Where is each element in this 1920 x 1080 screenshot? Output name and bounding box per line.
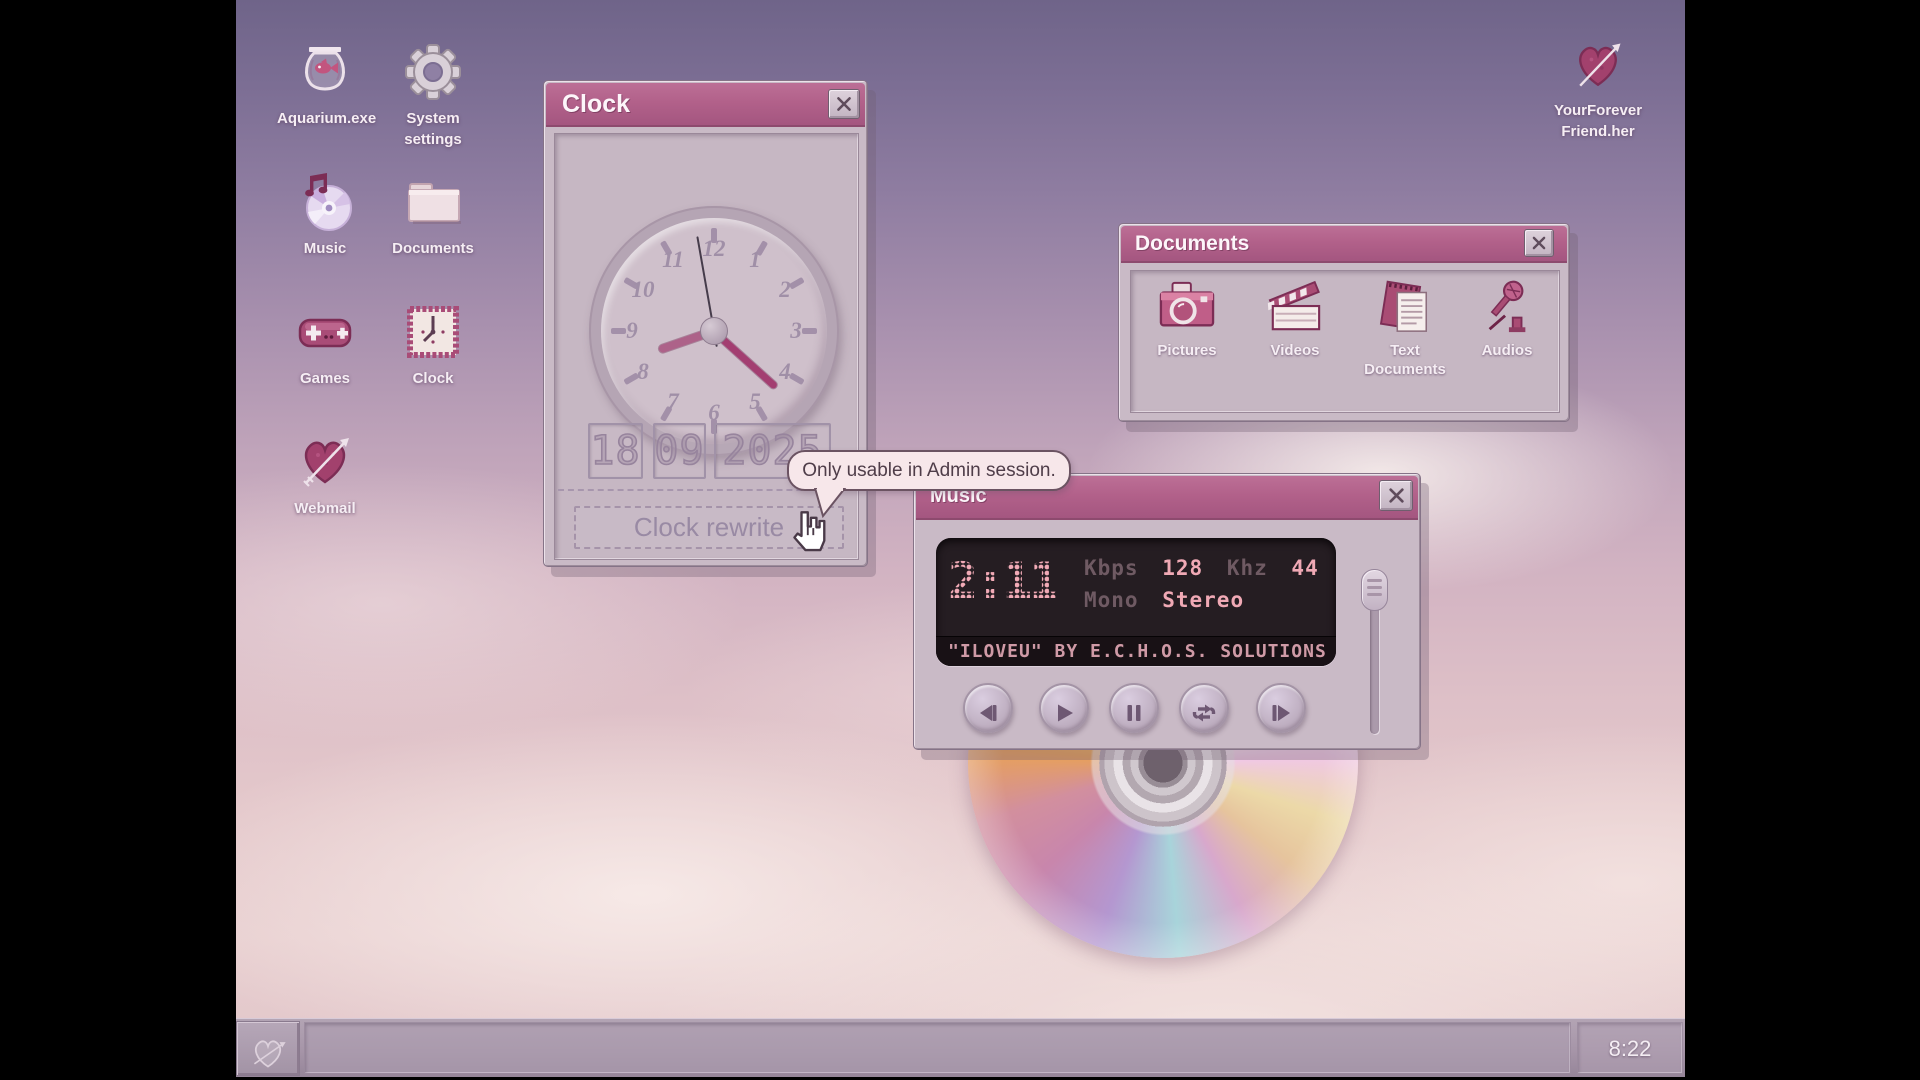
notepad-icon [1374,279,1436,335]
heart-arrow-icon [1568,36,1628,96]
desktop-icon-label: Webmail [277,498,373,519]
date-day-field[interactable]: 18 [588,423,643,479]
dial-number: 1 [749,247,761,273]
documents-item-audios[interactable]: Audios [1455,279,1559,360]
heart-arrow-icon [293,430,357,494]
desktop-icon-your-forever[interactable]: YourForever Friend.her [1543,36,1653,142]
date-month-field[interactable]: 09 [653,423,706,479]
fishbowl-icon [293,40,357,104]
close-icon [1384,483,1409,508]
clock-window-close-button[interactable] [828,89,860,119]
desktop-icon-music[interactable]: Music [277,170,373,259]
taskbar-clock[interactable]: 8:22 [1577,1022,1683,1074]
documents-item-videos[interactable]: Videos [1243,279,1347,360]
dial-number: 12 [703,236,726,262]
play-button[interactable] [1039,683,1089,733]
lcd-display: 2:11 Kbps 128 Khz 44 Mono Stereo "ILOVEU… [936,538,1336,666]
microphone-icon [1476,279,1538,335]
dial-number: 8 [637,359,649,385]
desktop-screen: Aquarium.exe System settings [236,0,1685,1077]
taskbar: 8:22 [236,1018,1685,1077]
desktop-icon-documents[interactable]: Documents [385,170,481,259]
documents-item-text-documents[interactable]: Text Documents [1353,279,1457,379]
documents-item-label: Videos [1243,341,1347,360]
music-window-close-button[interactable] [1379,480,1413,511]
pause-icon [1121,700,1147,726]
lcd-channel-line: Mono Stereo [1084,588,1254,612]
lcd-khz-label: Khz [1227,556,1268,580]
next-icon [1268,700,1294,726]
lcd-mono-label: Mono [1084,588,1139,612]
lcd-track-marquee: "ILOVEU" BY E.C.H.O.S. SOLUTIONS [936,636,1336,666]
pause-button[interactable] [1109,683,1159,733]
close-icon [832,92,856,116]
desktop-icon-label: Games [277,368,373,389]
desktop-icon-label: System settings [385,108,481,150]
next-button[interactable] [1256,683,1306,733]
repeat-button[interactable] [1179,683,1229,733]
documents-item-label: Text Documents [1353,341,1457,379]
desktop-icon-aquarium[interactable]: Aquarium.exe [277,40,373,129]
volume-slider-thumb[interactable] [1361,569,1388,611]
dial-number: 10 [632,277,655,303]
close-icon [1528,232,1550,254]
gear-icon [401,40,465,104]
dial-number: 3 [790,318,802,344]
lcd-bitrate-line: Kbps 128 Khz 44 [1084,556,1329,580]
dial-number: 7 [667,389,679,415]
documents-window-close-button[interactable] [1524,229,1554,257]
clock-window-titlebar[interactable]: Clock [546,83,865,127]
dial-number: 5 [749,389,761,415]
lcd-elapsed-time: 2:11 [948,552,1056,610]
repeat-icon [1191,700,1217,726]
desktop-icon-webmail[interactable]: Webmail [277,430,373,519]
dial-number: 4 [779,359,791,385]
desktop-icon-label: Aquarium.exe [277,108,373,129]
desktop-icon-label: Music [277,238,373,259]
taskbar-tray [304,1022,1571,1074]
tooltip-bubble: Only usable in Admin session. [787,450,1071,491]
play-icon [1051,700,1077,726]
clapperboard-icon [1264,279,1326,335]
documents-item-pictures[interactable]: Pictures [1135,279,1239,360]
dial-number: 9 [626,318,638,344]
music-window: Music 2:11 Kbps 128 Khz 44 Mono Stereo "… [913,473,1421,750]
dial-number: 2 [779,277,791,303]
admin-tooltip: Only usable in Admin session. [787,450,1071,491]
wall-clock-icon [401,300,465,364]
analog-clock: 12 1 2 3 4 5 6 7 8 9 10 11 [589,206,839,456]
desktop-icon-label: YourForever Friend.her [1543,100,1653,142]
clock-tick [611,328,626,334]
clock-center-cap [700,317,728,345]
clock-tick [802,328,817,334]
clock-window-title: Clock [562,83,630,125]
cd-note-icon [293,170,357,234]
lcd-kbps-value: 128 [1162,556,1203,580]
lcd-kbps-label: Kbps [1084,556,1139,580]
previous-button[interactable] [963,683,1013,733]
dial-number: 11 [662,247,684,273]
desktop-icon-label: Clock [385,368,481,389]
desktop-icon-games[interactable]: Games [277,300,373,389]
lcd-stereo-label: Stereo [1162,588,1244,612]
desktop-icon-label: Documents [385,238,481,259]
camera-icon [1156,279,1218,335]
documents-item-label: Audios [1455,341,1559,360]
desktop-icon-clock[interactable]: Clock [385,300,481,389]
documents-panel: Pictures Videos [1130,270,1560,413]
documents-window: Documents Pictures [1118,223,1570,422]
start-button[interactable] [236,1021,300,1076]
date-day-value: 18 [590,428,640,474]
documents-window-titlebar[interactable]: Documents [1121,226,1567,263]
desktop-icon-system-settings[interactable]: System settings [385,40,481,150]
gamepad-icon [293,300,357,364]
cursor-hand-icon [788,510,826,554]
heart-arrow-start-icon [246,1034,290,1072]
documents-item-label: Pictures [1135,341,1239,360]
documents-window-title: Documents [1135,226,1249,261]
lcd-khz-value: 44 [1291,556,1318,580]
date-month-value: 09 [654,428,704,474]
previous-icon [975,700,1001,726]
folder-icon [401,170,465,234]
